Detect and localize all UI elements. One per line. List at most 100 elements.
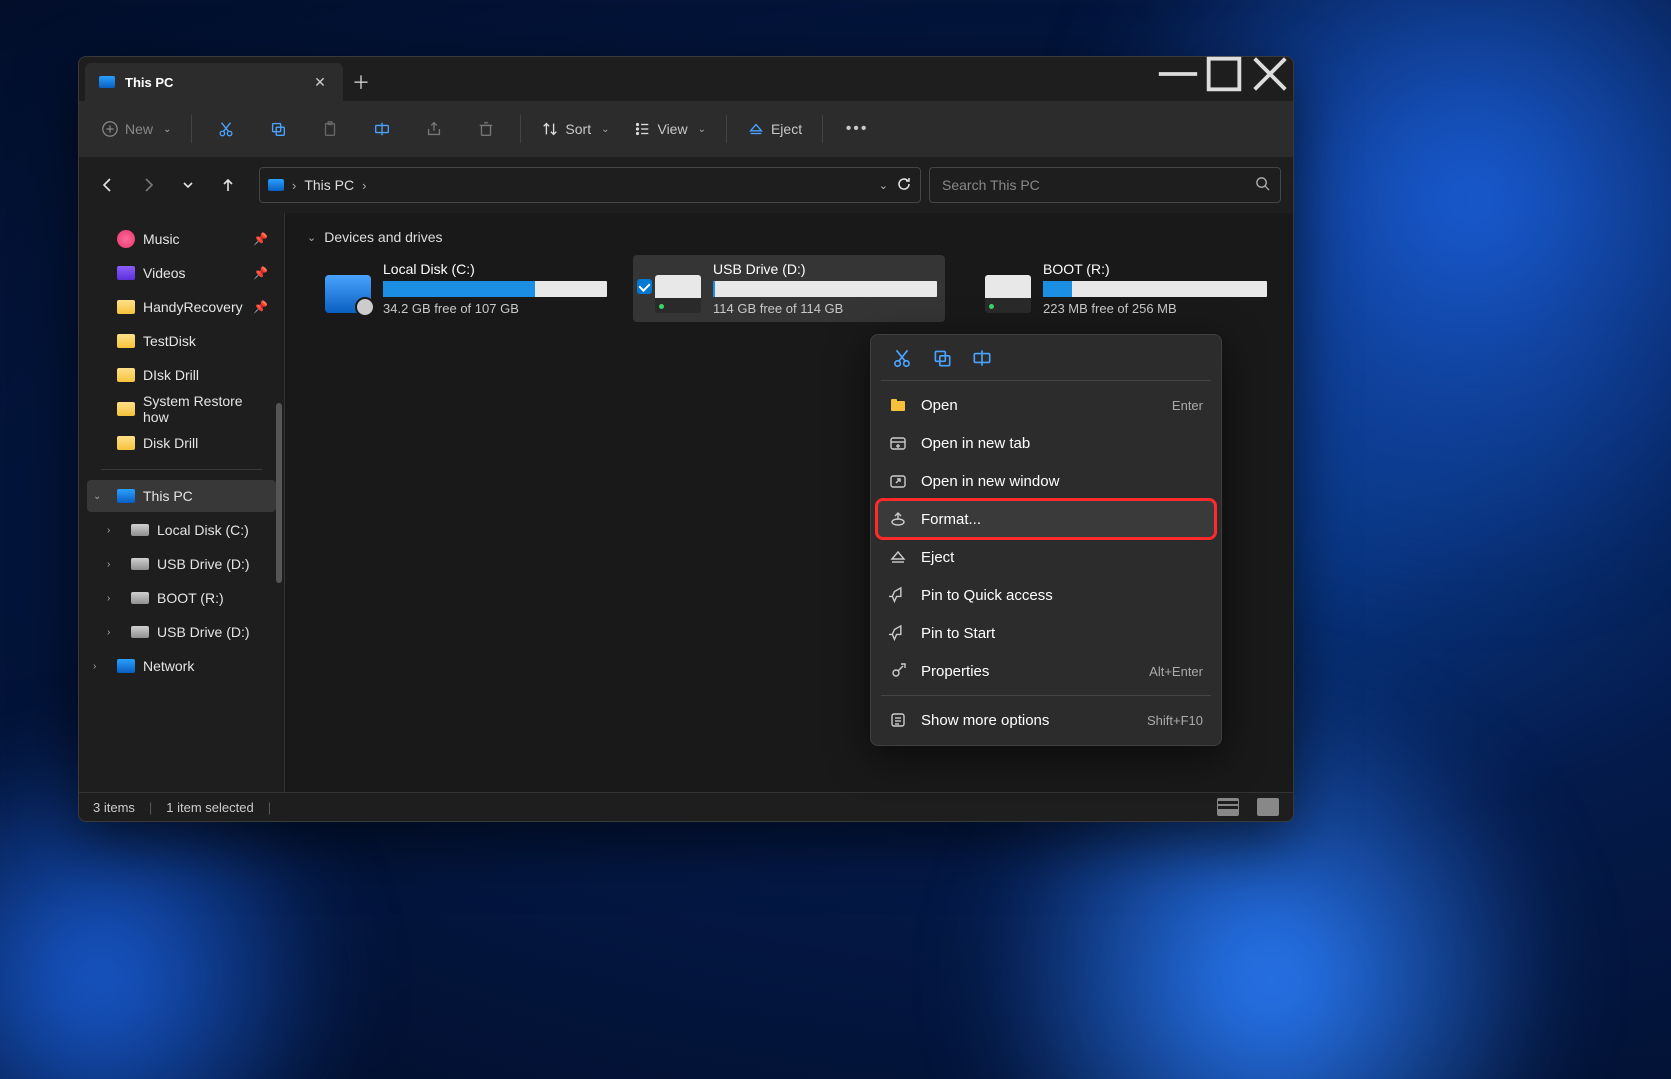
close-window-button[interactable]	[1247, 57, 1293, 91]
ctx-label: Eject	[921, 549, 1203, 566]
this-pc-icon	[117, 489, 135, 503]
toolbar: New⌄ Sort⌄ View⌄ Eject •••	[79, 101, 1293, 157]
folder-icon	[117, 368, 135, 382]
chevron-right-icon[interactable]: ›	[107, 627, 110, 638]
context-menu: Open Enter Open in new tab Open in new w…	[870, 334, 1222, 746]
sidebar-item-testdisk[interactable]: TestDisk	[87, 325, 276, 357]
new-tab-button[interactable]: ＋	[343, 63, 379, 101]
paste-button[interactable]	[306, 111, 354, 147]
delete-button[interactable]	[462, 111, 510, 147]
cut-icon[interactable]	[891, 347, 913, 369]
group-devices-and-drives[interactable]: ⌄ Devices and drives	[307, 229, 1275, 245]
pin-icon: 📌	[253, 232, 268, 246]
copy-button[interactable]	[254, 111, 302, 147]
chevron-icon: ›	[292, 178, 296, 193]
toolbar-separator	[520, 115, 521, 143]
eject-button[interactable]: Eject	[737, 111, 812, 147]
sidebar-item-system-restore[interactable]: System Restore how	[87, 393, 276, 425]
pin-icon: 📌	[253, 300, 268, 314]
chevron-right-icon[interactable]: ›	[93, 661, 96, 672]
ctx-properties[interactable]: Properties Alt+Enter	[877, 652, 1215, 690]
address-bar[interactable]: › This PC › ⌄	[259, 167, 921, 203]
network-icon	[117, 659, 135, 673]
cut-button[interactable]	[202, 111, 250, 147]
search-box[interactable]	[929, 167, 1281, 203]
sort-button[interactable]: Sort⌄	[531, 111, 619, 147]
drive-usb-drive-d[interactable]: USB Drive (D:) 114 GB free of 114 GB	[633, 255, 945, 322]
up-button[interactable]	[211, 168, 245, 202]
close-tab-icon[interactable]: ✕	[311, 74, 329, 91]
sidebar-item-music[interactable]: Music📌	[87, 223, 276, 255]
ctx-open-new-tab[interactable]: Open in new tab	[877, 424, 1215, 462]
ctx-hint: Alt+Enter	[1149, 664, 1203, 679]
chevron-down-icon[interactable]: ⌄	[93, 491, 101, 502]
sidebar-scrollbar[interactable]	[276, 403, 282, 583]
folder-icon	[117, 334, 135, 348]
sidebar-item-usb-drive-d-2[interactable]: ›USB Drive (D:)	[101, 616, 276, 648]
ctx-pin-quick-access[interactable]: Pin to Quick access	[877, 576, 1215, 614]
search-input[interactable]	[940, 176, 1255, 194]
share-button[interactable]	[410, 111, 458, 147]
drive-free: 114 GB free of 114 GB	[713, 301, 937, 316]
more-button[interactable]: •••	[833, 111, 881, 147]
rename-button[interactable]	[358, 111, 406, 147]
ctx-open-new-window[interactable]: Open in new window	[877, 462, 1215, 500]
sidebar-item-this-pc[interactable]: ⌄This PC	[87, 480, 276, 512]
recent-button[interactable]	[171, 168, 205, 202]
breadcrumb-this-pc[interactable]: This PC	[304, 177, 354, 193]
view-button[interactable]: View⌄	[623, 111, 715, 147]
chevron-down-icon: ⌄	[307, 231, 316, 244]
chevron-right-icon[interactable]: ›	[107, 559, 110, 570]
icons-view-button[interactable]	[1257, 798, 1279, 816]
ctx-format[interactable]: Format...	[877, 500, 1215, 538]
drive-icon	[131, 592, 149, 604]
drive-boot-r[interactable]: BOOT (R:) 223 MB free of 256 MB	[963, 255, 1275, 322]
maximize-button[interactable]	[1201, 57, 1247, 91]
sidebar-label: TestDisk	[143, 333, 196, 349]
status-items: 3 items	[93, 800, 135, 815]
this-pc-icon	[99, 76, 115, 88]
sidebar-item-boot-r[interactable]: ›BOOT (R:)	[101, 582, 276, 614]
tab-this-pc[interactable]: This PC ✕	[85, 63, 343, 101]
drive-icon	[131, 626, 149, 638]
os-drive-icon	[325, 275, 371, 313]
sidebar-label: HandyRecovery	[143, 299, 243, 315]
minimize-button[interactable]	[1155, 57, 1201, 91]
sidebar-item-videos[interactable]: Videos📌	[87, 257, 276, 289]
ctx-open[interactable]: Open Enter	[877, 386, 1215, 424]
sidebar-item-disk-drill-2[interactable]: Disk Drill	[87, 427, 276, 459]
more-options-icon	[889, 711, 907, 729]
drive-free: 34.2 GB free of 107 GB	[383, 301, 607, 316]
sidebar-item-usb-drive-d[interactable]: ›USB Drive (D:)	[101, 548, 276, 580]
forward-button[interactable]	[131, 168, 165, 202]
toolbar-separator	[191, 115, 192, 143]
chevron-right-icon[interactable]: ›	[107, 593, 110, 604]
usage-bar	[1043, 281, 1267, 297]
ctx-eject[interactable]: Eject	[877, 538, 1215, 576]
ctx-pin-start[interactable]: Pin to Start	[877, 614, 1215, 652]
ctx-label: Properties	[921, 663, 1135, 680]
copy-icon[interactable]	[931, 347, 953, 369]
sidebar-item-disk-drill[interactable]: DIsk Drill	[87, 359, 276, 391]
ctx-show-more[interactable]: Show more options Shift+F10	[877, 701, 1215, 739]
history-dropdown-icon[interactable]: ⌄	[879, 179, 888, 192]
sidebar-item-local-disk-c[interactable]: › Local Disk (C:)	[101, 514, 276, 546]
ctx-label: Open in new tab	[921, 435, 1203, 452]
new-button[interactable]: New⌄	[91, 111, 181, 147]
folder-icon	[117, 402, 135, 416]
drive-name: BOOT (R:)	[1043, 261, 1267, 277]
details-view-button[interactable]	[1217, 798, 1239, 816]
search-icon[interactable]	[1255, 176, 1270, 194]
sidebar-label: Local Disk (C:)	[157, 522, 249, 538]
sidebar-item-network[interactable]: ›Network	[87, 650, 276, 682]
drive-local-disk-c[interactable]: Local Disk (C:) 34.2 GB free of 107 GB	[303, 255, 615, 322]
rename-icon[interactable]	[971, 347, 993, 369]
ctx-label: Format...	[921, 511, 1203, 528]
back-button[interactable]	[91, 168, 125, 202]
usage-bar	[713, 281, 937, 297]
navigation-bar: › This PC › ⌄	[79, 157, 1293, 213]
drive-free: 223 MB free of 256 MB	[1043, 301, 1267, 316]
refresh-icon[interactable]	[896, 176, 912, 195]
chevron-right-icon[interactable]: ›	[107, 525, 110, 536]
sidebar-item-handyrecovery[interactable]: HandyRecovery 📌	[87, 291, 276, 323]
